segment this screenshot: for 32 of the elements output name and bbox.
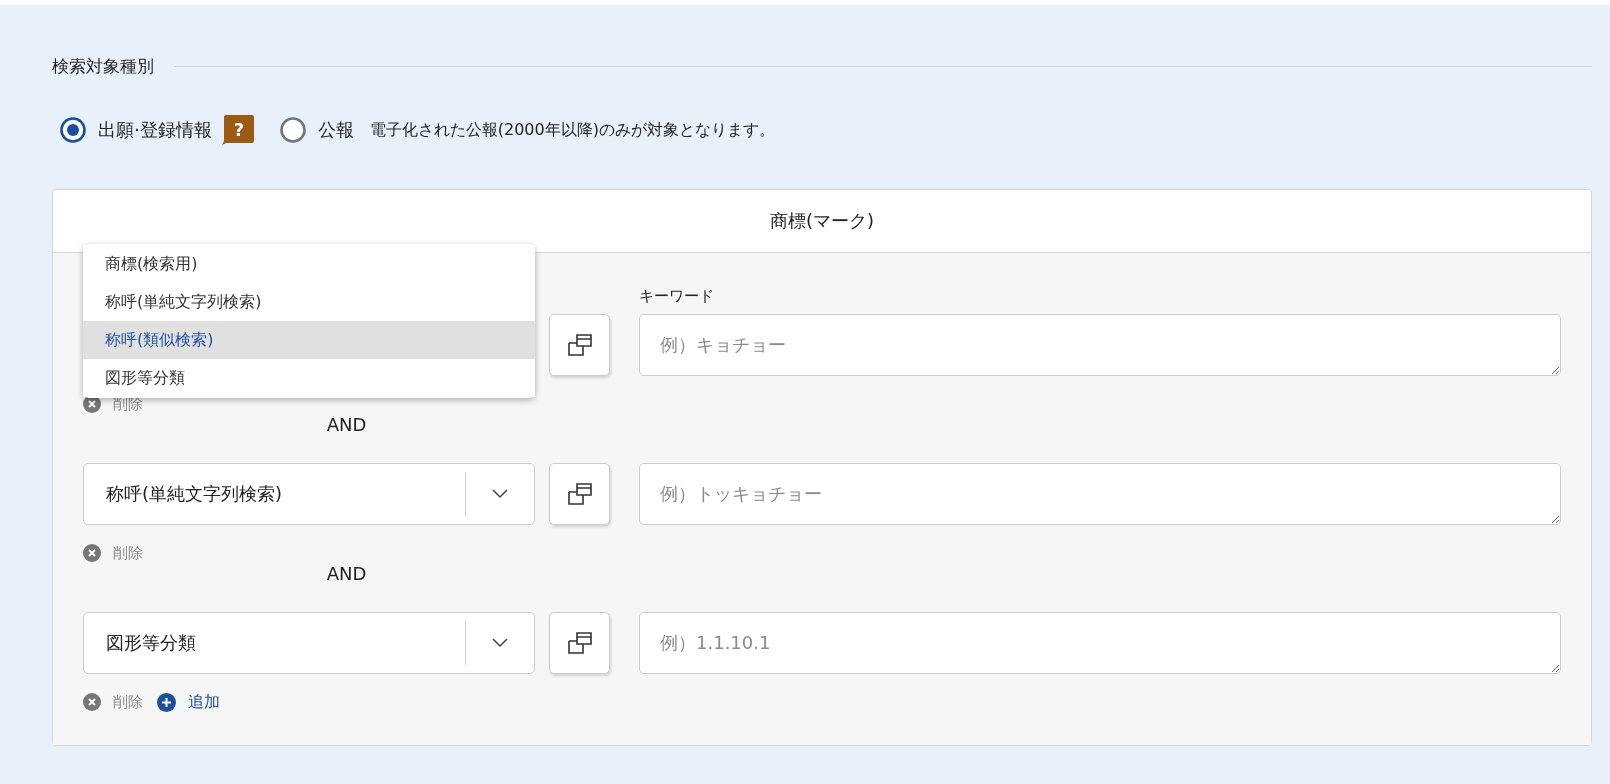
chevron-down-icon <box>492 489 508 499</box>
chevron-down-icon <box>492 638 508 648</box>
help-icon[interactable]: ? <box>221 115 254 145</box>
section-title: 検索対象種別 <box>52 55 154 78</box>
windows-icon <box>566 333 593 357</box>
keyword-label: キーワード <box>639 286 715 307</box>
dropdown-option[interactable]: 称呼(類似検索) <box>83 321 535 359</box>
windows-icon <box>566 482 593 506</box>
window-button[interactable] <box>549 463 610 525</box>
radio-icon <box>60 117 86 143</box>
keyword-field[interactable]: 例）キョチョー <box>639 314 1561 376</box>
keyword-field[interactable]: 例）トッキョチョー <box>639 463 1561 525</box>
panel-title: 商標(マーク) <box>53 190 1591 253</box>
note-text: 電子化された公報(2000年以降)のみが対象となります。 <box>369 119 775 141</box>
keyword-field[interactable]: 例）1.1.10.1 <box>639 612 1561 674</box>
and-label: AND <box>326 414 367 435</box>
windows-icon <box>566 631 593 655</box>
radio-icon <box>279 117 306 143</box>
window-button[interactable] <box>549 314 610 376</box>
plus-circle-icon <box>157 692 176 712</box>
and-label: AND <box>326 563 367 584</box>
dropdown-option[interactable]: 商標(検索用) <box>83 245 535 283</box>
radio-button[interactable]: 出願·登録情報 <box>60 117 212 143</box>
close-circle-icon <box>83 693 101 711</box>
add-link[interactable]: 追加 <box>157 691 220 713</box>
dropdown-option[interactable]: 称呼(単純文字列検索) <box>83 283 535 321</box>
window-button[interactable] <box>549 612 610 674</box>
close-circle-icon <box>83 544 101 562</box>
radio-button[interactable]: 公報 <box>279 117 354 143</box>
type-select[interactable]: 図形等分類 <box>83 612 535 674</box>
dropdown-option[interactable]: 図形等分類 <box>83 359 535 397</box>
type-select[interactable]: 称呼(単純文字列検索) <box>83 463 535 525</box>
